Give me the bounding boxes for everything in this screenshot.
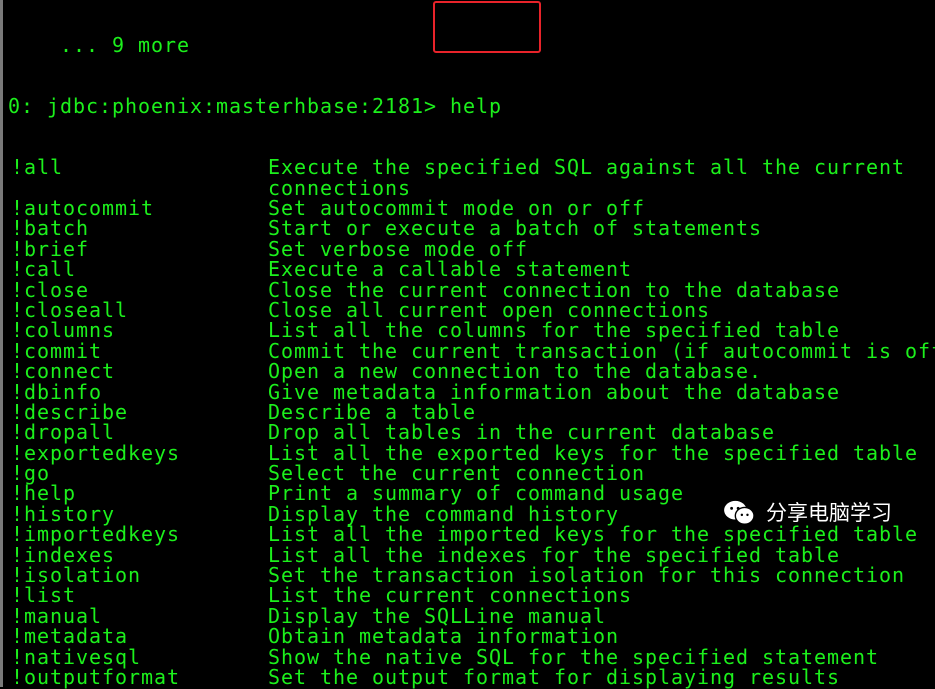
command-description: Give metadata information about the data…	[268, 379, 841, 404]
help-row: !isolation Set the transaction isolation …	[8, 563, 933, 588]
help-row: connections	[8, 175, 933, 200]
command-description: Obtain metadata information	[268, 624, 620, 649]
command-name: !dropall	[11, 420, 116, 445]
command-name: !commit	[11, 338, 103, 363]
help-row: !nativesql Show the native SQL for the sp…	[8, 644, 933, 669]
command-name: !exportedkeys	[11, 440, 181, 465]
command-description: List all the exported keys for the speci…	[268, 440, 919, 465]
command-description: Commit the current transaction (if autoc…	[268, 338, 935, 363]
command-description: Display the SQLLine manual	[268, 603, 607, 628]
help-row: !call Execute a callable statement	[8, 257, 933, 282]
command-name: !list	[11, 583, 77, 608]
command-description: Set verbose mode off	[268, 236, 529, 261]
help-row: !all Execute the specified SQL against al…	[8, 155, 933, 180]
command-name: !indexes	[11, 542, 116, 567]
command-name: !describe	[11, 399, 129, 424]
command-name: !connect	[11, 359, 116, 384]
command-description: List all the indexes for the specified t…	[268, 542, 841, 567]
watermark: 分享电脑学习	[722, 499, 892, 527]
command-name: !go	[11, 461, 51, 486]
command-name: !metadata	[11, 624, 129, 649]
command-name: !close	[11, 277, 90, 302]
command-name: !columns	[11, 318, 116, 343]
command-description: Set the output format for displaying res…	[268, 664, 841, 689]
command-name: !batch	[11, 216, 90, 241]
help-row: !closeall Close all current open connecti…	[8, 297, 933, 322]
command-description: Set autocommit mode on or off	[268, 196, 646, 220]
command-name: !manual	[11, 603, 103, 628]
command-description: List the current connections	[268, 583, 633, 608]
help-row: !batch Start or execute a batch of statem…	[8, 216, 933, 241]
command-description: Execute a callable statement	[268, 257, 633, 282]
command-description: Execute the specified SQL against all th…	[268, 155, 906, 180]
help-row: !brief Set verbose mode off	[8, 236, 933, 261]
command-input[interactable]: help	[450, 96, 502, 117]
command-name: !help	[11, 481, 77, 506]
command-description: Close all current open connections	[268, 297, 711, 322]
wechat-icon	[724, 500, 755, 525]
highlight-box	[433, 1, 541, 53]
command-name: !importedkeys	[11, 522, 181, 547]
pre-line-text: ... 9 more	[8, 32, 191, 57]
help-row: !exportedkeys List all the exported keys …	[8, 440, 933, 465]
help-row: !dbinfo Give metadata information about t…	[8, 379, 933, 404]
help-row: !describe Describe a table	[8, 399, 933, 424]
command-name: !all	[11, 155, 64, 180]
command-name: !closeall	[11, 297, 129, 322]
help-row: !go Select the current connection	[8, 461, 933, 486]
command-name: !isolation	[11, 563, 142, 588]
command-description: Close the current connection to the data…	[268, 277, 841, 302]
command-name: !history	[11, 501, 116, 526]
terminal-window[interactable]: ... 9 more 0: jdbc:phoenix:masterhbase:2…	[0, 0, 935, 687]
command-name: !outputformat	[11, 664, 181, 689]
help-row: !commit Commit the current transaction (i…	[8, 338, 935, 363]
command-description: Set the transaction isolation for this c…	[268, 563, 906, 588]
help-row: !close Close the current connection to th…	[8, 277, 933, 302]
command-description: Open a new connection to the database.	[268, 359, 763, 384]
command-description: List all the imported keys for the speci…	[268, 522, 919, 547]
help-row: !connect Open a new connection to the dat…	[8, 359, 933, 384]
command-name	[8, 178, 268, 198]
help-row: !importedkeys List all the imported keys …	[8, 522, 933, 547]
command-name: !call	[11, 257, 77, 282]
command-description: Drop all tables in the current database	[268, 420, 776, 445]
watermark-text: 分享电脑学习	[766, 501, 892, 525]
command-name: !dbinfo	[11, 379, 103, 404]
command-description: Show the native SQL for the specified st…	[268, 644, 880, 669]
command-description: List all the columns for the specified t…	[268, 318, 841, 343]
command-description: connections	[268, 175, 412, 200]
help-row: !list List the current connections	[8, 583, 933, 608]
command-description: Describe a table	[268, 399, 477, 424]
help-row: !columns List all the columns for the spe…	[8, 318, 933, 343]
help-row: !indexes List all the indexes for the spe…	[8, 542, 933, 567]
help-row: !manual Display the SQLLine manual	[8, 603, 933, 628]
command-description: Select the current connection	[268, 461, 646, 486]
prompt: 0: jdbc:phoenix:masterhbase:2181>	[8, 94, 451, 119]
help-row: !metadata Obtain metadata information	[8, 624, 933, 649]
help-row: !dropall Drop all tables in the current d…	[8, 420, 933, 445]
prompt-line: 0: jdbc:phoenix:masterhbase:2181> help	[8, 94, 933, 119]
command-name: !brief	[11, 236, 90, 261]
help-row: !outputformat Set the output format for d…	[8, 664, 933, 689]
command-name: !autocommit	[11, 196, 155, 220]
terminal-output: ... 9 more 0: jdbc:phoenix:masterhbase:2…	[8, 0, 935, 689]
help-row: !autocommit Set autocommit mode on or off	[8, 196, 933, 220]
command-description: Start or execute a batch of statements	[268, 216, 763, 241]
command-name: !nativesql	[11, 644, 142, 669]
